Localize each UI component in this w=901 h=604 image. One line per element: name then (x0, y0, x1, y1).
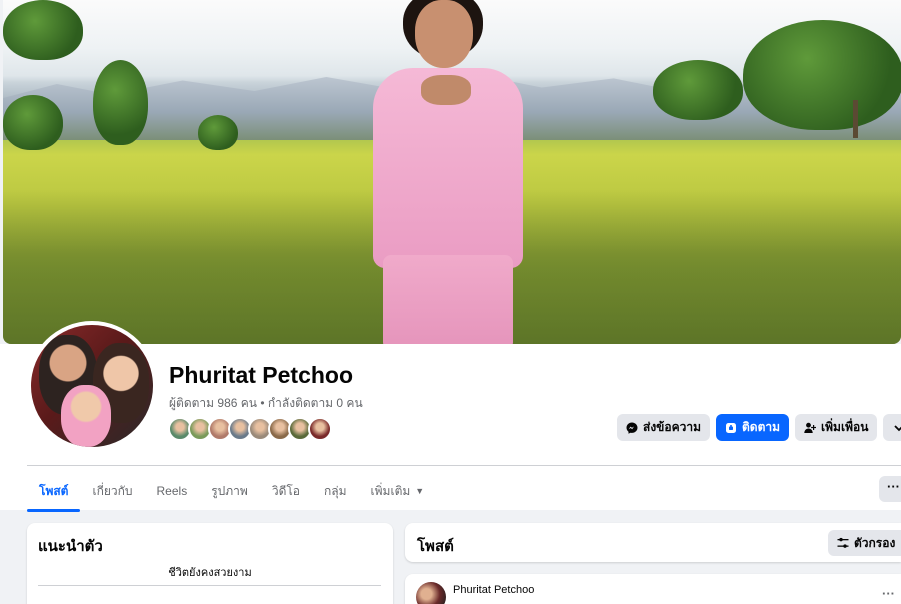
intro-title: แนะนำตัว (38, 538, 103, 555)
cover-tree (3, 0, 83, 60)
post-card: Phuritat Petchoo ··· (405, 574, 901, 604)
friend-avatar[interactable] (308, 417, 332, 441)
cover-tree (743, 20, 901, 130)
tab-more[interactable]: เพิ่มเติม ▼ (359, 472, 437, 510)
profile-avatar[interactable] (27, 321, 157, 451)
caret-down-icon: ▼ (415, 486, 425, 496)
filter-button[interactable]: ตัวกรอง (828, 530, 901, 556)
tab-about[interactable]: เกี่ยวกับ (80, 472, 144, 510)
follow-button[interactable]: ติดตาม (716, 414, 790, 441)
tab-photos[interactable]: รูปภาพ (199, 472, 260, 510)
profile-actions: ส่งข้อความ ติดตาม เพิ่มเพื่อน (617, 414, 901, 441)
filter-label: ตัวกรอง (854, 535, 896, 550)
posts-title: โพสต์ (417, 538, 454, 555)
tab-posts[interactable]: โพสต์ (27, 472, 81, 512)
avatar (31, 325, 153, 447)
post-menu-button[interactable]: ··· (882, 586, 895, 601)
message-label: ส่งข้อความ (643, 420, 702, 434)
header-divider (27, 465, 901, 466)
cover-tree (653, 60, 743, 120)
follower-stats[interactable]: ผู้ติดตาม 986 คน • กำลังติดตาม 0 คน (169, 394, 363, 413)
add-friend-button[interactable]: เพิ่มเพื่อน (795, 414, 878, 441)
message-button[interactable]: ส่งข้อความ (617, 414, 711, 441)
post-author-name[interactable]: Phuritat Petchoo (453, 584, 534, 596)
follow-icon (726, 422, 737, 433)
more-actions-button[interactable] (883, 414, 901, 441)
post-author-avatar[interactable] (416, 582, 446, 604)
tabs-overflow-button[interactable]: ··· (879, 476, 901, 502)
cover-photo[interactable] (3, 0, 901, 344)
tab-reels[interactable]: Reels (145, 472, 200, 510)
tab-more-label: เพิ่มเติม (370, 483, 411, 498)
tab-videos[interactable]: วิดีโอ (260, 472, 312, 510)
cover-tree (198, 115, 238, 150)
filter-icon (837, 537, 849, 548)
cover-trunk (853, 100, 858, 138)
follow-label: ติดตาม (742, 420, 781, 434)
messenger-icon (626, 422, 638, 434)
tab-groups[interactable]: กลุ่ม (312, 472, 359, 510)
profile-tabs: โพสต์ เกี่ยวกับ Reels รูปภาพ วิดีโอ กลุ่… (27, 472, 437, 512)
add-friend-label: เพิ่มเพื่อน (821, 420, 869, 434)
intro-bio: ชีวิตยังคงสวยงาม (168, 567, 252, 579)
add-friend-icon (804, 422, 817, 433)
friend-avatars[interactable] (168, 417, 332, 441)
intro-card: แนะนำตัว ชีวิตยังคงสวยงาม (27, 523, 393, 604)
cover-child (363, 0, 543, 344)
profile-name: Phuritat Petchoo (169, 362, 354, 388)
cover-tree (3, 95, 63, 150)
intro-divider (38, 585, 381, 586)
posts-header-card: โพสต์ ตัวกรอง (405, 523, 901, 562)
cover-tree (93, 60, 148, 145)
chevron-down-icon (894, 424, 901, 431)
